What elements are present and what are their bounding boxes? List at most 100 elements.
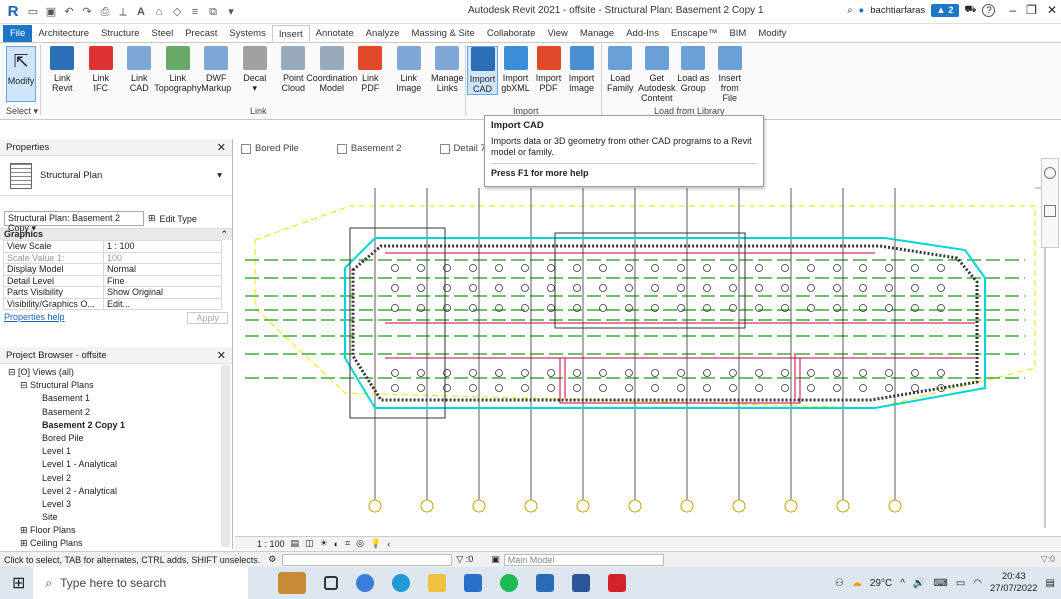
print-icon[interactable]: ⎙ [98,5,112,19]
file-explorer-icon[interactable] [428,574,447,592]
tree-node[interactable]: Level 2 [0,472,232,485]
tab-insert[interactable]: Insert [271,25,310,42]
mail-icon[interactable] [464,574,483,592]
import-gbxml-button[interactable]: Import gbXML [500,46,531,93]
tray-expand-icon[interactable]: ^ [900,578,905,589]
worksets-icon[interactable]: ⚙ [268,554,276,565]
tab-systems[interactable]: Systems [223,25,271,42]
close-browser-icon[interactable]: ✕ [217,349,226,362]
apply-button[interactable]: Apply [187,312,228,324]
help-icon[interactable]: ? [982,3,996,17]
shadows-icon[interactable]: ◐ [334,539,339,549]
coordination-model-button[interactable]: Coordination Model [306,46,357,93]
tab-basement-2[interactable]: Basement 2 [331,141,432,157]
point-cloud-button[interactable]: Point Cloud [275,46,312,93]
revit-taskbar-icon[interactable] [536,574,555,592]
detail-level-icon[interactable]: ▤ [291,538,300,549]
tree-node[interactable]: Site [0,511,232,524]
assistant-icon[interactable] [278,572,307,594]
property-row[interactable]: Visibility/Graphics O... Edit... [3,297,222,310]
tab-modify[interactable]: Modify [752,25,792,42]
tree-node[interactable]: Level 3 [0,498,232,511]
workset-field[interactable] [282,553,453,566]
tree-node[interactable]: Level 1 - Analytical [0,458,232,471]
tab-manage[interactable]: Manage [574,25,620,42]
steering-wheel-icon[interactable] [1044,167,1056,179]
get-autodesk-content-button[interactable]: Get Autodesk Content [638,46,676,103]
binoculars-icon[interactable]: ⌕ [847,5,852,16]
drawing-canvas[interactable] [235,158,1055,536]
selection-filter[interactable]: ▽:0 [1041,554,1055,565]
notification-icon[interactable]: ▤ [1046,578,1055,589]
people-icon[interactable]: ⚇ [835,578,844,589]
property-row[interactable]: View Scale 1 : 100 [3,240,222,253]
tree-node[interactable]: ⊞ Ceiling Plans [0,537,232,549]
link-revit-button[interactable]: Link Revit [44,46,81,93]
crop-view-icon[interactable]: ⌗ [345,538,350,549]
undo-icon[interactable]: ↶ [62,5,76,19]
manage-links-button[interactable]: Manage Links [429,46,466,93]
wifi-icon[interactable]: ◠ [973,578,982,589]
property-row[interactable]: Detail Level Fine [3,274,222,287]
tab-structure[interactable]: Structure [95,25,146,42]
tree-node[interactable]: Bored Pile [0,432,232,445]
modify-button[interactable]: ⇱ Modify [6,46,36,102]
close-icon[interactable]: ✕ [1047,3,1057,17]
tab-annotate[interactable]: Annotate [310,25,360,42]
temporary-hide-icon[interactable]: ◎ [356,538,364,549]
close-properties-icon[interactable]: ✕ [217,141,226,154]
tab-collaborate[interactable]: Collaborate [481,25,542,42]
design-option-field[interactable]: Main Model [503,553,664,566]
property-row[interactable]: Scale Value 1: 100 [3,251,222,264]
section-icon[interactable]: ◇ [170,5,184,19]
tab-enscape-[interactable]: Enscape™ [665,25,723,42]
minimize-icon[interactable]: – [1009,3,1016,17]
task-view-icon[interactable] [324,576,339,590]
link-image-button[interactable]: Link Image [391,46,428,93]
insert-from-file-button[interactable]: Insert from File [713,46,748,103]
tab-file[interactable]: File [3,25,33,42]
edit-type-icon[interactable]: ⊞ [148,213,156,224]
paint-icon[interactable] [356,574,375,592]
tree-node[interactable]: Basement 1 [0,392,232,405]
spotify-icon[interactable] [500,574,519,592]
tab-massing-site[interactable]: Massing & Site [405,25,480,42]
weather-icon[interactable]: ☁ [852,578,862,589]
import-image-button[interactable]: Import Image [566,46,597,93]
measure-icon[interactable]: ⟂ [116,5,130,19]
tab-view[interactable]: View [541,25,573,42]
tab-bim[interactable]: BIM [723,25,752,42]
load-family-button[interactable]: Load Family [603,46,638,93]
view-scale[interactable]: 1 : 100 [257,539,285,549]
tab-bored-pile[interactable]: Bored Pile [235,141,329,157]
reveal-hidden-icon[interactable]: 💡 [370,538,381,549]
acrobat-icon[interactable] [608,574,627,592]
windows-start-icon[interactable]: ⊞ [12,573,25,593]
user-icon[interactable]: ● [859,5,865,16]
redo-icon[interactable]: ↷ [80,5,94,19]
3d-view-icon[interactable]: ⌂ [152,5,166,19]
import-cad-button[interactable]: Import CAD [467,46,498,95]
text-icon[interactable]: A [134,5,148,19]
chevron-down-icon[interactable]: ▾ [217,170,222,181]
graphics-group[interactable]: Graphics ⌃ [0,229,232,240]
cart-icon[interactable]: ⛟ [965,4,977,16]
tab-architecture[interactable]: Architecture [32,25,95,42]
tree-node[interactable]: Basement 2 Copy 1 [0,419,232,432]
temperature[interactable]: 29°C [870,578,892,589]
import-pdf-button[interactable]: Import PDF [533,46,564,93]
close-hidden-icon[interactable]: ⧉ [206,5,220,19]
visual-style-icon[interactable]: ◫ [305,538,314,549]
edge-icon[interactable] [392,574,411,592]
link-ifc-button[interactable]: Link IFC [83,46,120,93]
instance-selector[interactable]: Structural Plan: Basement 2 Copy ▾ [4,211,144,233]
tree-node[interactable]: Basement 2 [0,406,232,419]
user-name[interactable]: bachtiarfaras [870,5,925,16]
language-icon[interactable]: ⌨ [933,578,947,589]
open-icon[interactable]: ▭ [26,5,40,19]
tree-node[interactable]: ⊞ Floor Plans [0,524,232,537]
revit-logo-icon[interactable]: R [4,3,22,21]
save-icon[interactable]: ▣ [44,5,58,19]
scroll-left-icon[interactable]: ‹ [387,539,390,549]
tab-analyze[interactable]: Analyze [360,25,406,42]
